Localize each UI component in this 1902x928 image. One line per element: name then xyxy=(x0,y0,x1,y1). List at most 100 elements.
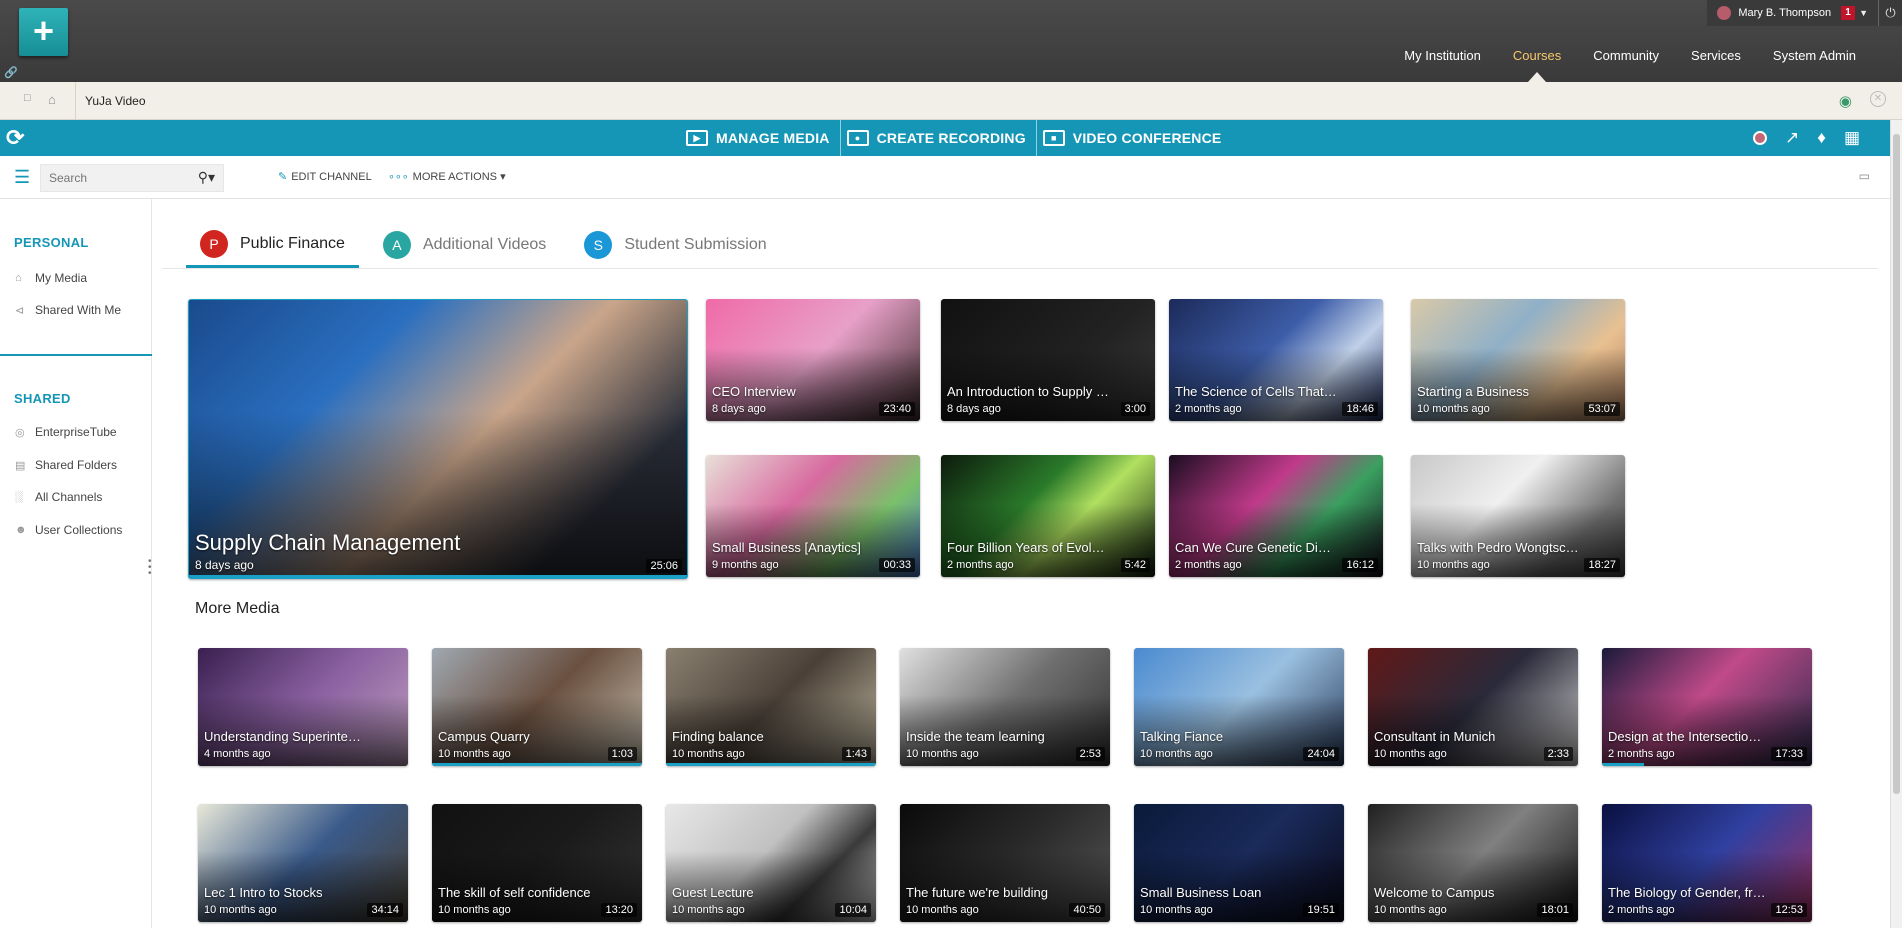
more-actions-label: MORE ACTIONS xyxy=(412,171,498,183)
window-icon[interactable]: □ xyxy=(24,92,31,104)
media-title: Small Business [Anaytics] xyxy=(712,540,861,555)
media-title: An Introduction to Supply & D... xyxy=(947,384,1109,399)
media-title: The Biology of Gender, from DN... xyxy=(1608,885,1766,900)
sidebar-item-enterprisetube[interactable]: ◎ EnterpriseTube xyxy=(15,425,117,439)
media-date: 2 months ago xyxy=(1175,403,1242,415)
channel-tabs: P Public Finance A Additional Videos S Stud… xyxy=(186,222,791,268)
media-tile[interactable]: The skill of self confidence 10 months ag… xyxy=(432,804,642,922)
tab-student-submission[interactable]: S Student Submission xyxy=(570,222,780,268)
search-icon[interactable]: ⚲▾ xyxy=(198,169,215,186)
media-tile[interactable]: Starting a Business 10 months ago 53:07 xyxy=(1411,299,1625,421)
media-tile[interactable]: Campus Quarry 10 months ago 1:03 xyxy=(432,648,642,766)
media-tile[interactable]: The Biology of Gender, from DN... 2 month… xyxy=(1602,804,1812,922)
chevron-down-icon[interactable]: ▼ xyxy=(1859,8,1868,18)
media-duration: 1:43 xyxy=(841,747,871,761)
media-duration: 1:03 xyxy=(607,747,637,761)
sidebar-item-my-media[interactable]: ⌂ My Media xyxy=(15,271,87,285)
scroll-thumb[interactable] xyxy=(1893,134,1900,794)
eye-icon[interactable]: ◉ xyxy=(1839,92,1852,110)
create-recording-button[interactable]: ● CREATE RECORDING xyxy=(841,120,1037,156)
page-scrollbar[interactable] xyxy=(1890,120,1902,928)
media-tile[interactable]: Four Billion Years of Evolution in ... 2 … xyxy=(941,455,1155,577)
sidebar-item-all-channels[interactable]: ░ All Channels xyxy=(15,490,102,504)
edit-channel-button[interactable]: ✎ EDIT CHANNEL xyxy=(278,170,372,183)
institution-nav: My Institution Courses Community Service… xyxy=(1388,48,1872,82)
search-input[interactable] xyxy=(41,165,191,191)
sidebar-item-shared-folders[interactable]: ▤ Shared Folders xyxy=(15,458,117,472)
tab-label: Student Submission xyxy=(624,236,767,253)
media-tile[interactable]: The future we're building 10 months ago 40… xyxy=(900,804,1110,922)
media-tile[interactable]: Guest Lecture 10 months ago 10:04 xyxy=(666,804,876,922)
apps-grid-icon[interactable]: ▦ xyxy=(1844,128,1860,148)
manage-media-button[interactable]: ▶ MANAGE MEDIA xyxy=(680,120,841,156)
media-duration: 2:53 xyxy=(1075,747,1105,761)
media-tile[interactable]: CEO Interview 8 days ago 23:40 xyxy=(706,299,920,421)
nav-services[interactable]: Services xyxy=(1675,48,1757,63)
media-tile[interactable]: Can We Cure Genetic Diseases? 2 months ag… xyxy=(1169,455,1383,577)
media-title: Consultant in Munich xyxy=(1374,729,1496,744)
media-duration: 12:53 xyxy=(1771,903,1807,917)
media-date: 10 months ago xyxy=(672,904,745,916)
nav-community[interactable]: Community xyxy=(1577,48,1675,63)
app-bar-right: ↗ ♦ ▦ xyxy=(1753,120,1860,156)
yuja-logo-icon[interactable]: ⟳ xyxy=(6,126,34,150)
notification-badge[interactable]: 1 xyxy=(1841,6,1856,20)
close-icon[interactable]: ✕ xyxy=(1870,91,1886,107)
media-duration: 16:12 xyxy=(1342,558,1378,572)
create-recording-label: CREATE RECORDING xyxy=(876,130,1026,146)
media-tile[interactable]: The Science of Cells That Never ... 2 mon… xyxy=(1169,299,1383,421)
sidebar-item-user-collections[interactable]: ☻ User Collections xyxy=(15,523,122,537)
sidebar-resize-handle[interactable]: • • • xyxy=(148,557,152,579)
add-logo-button[interactable]: + xyxy=(19,8,68,56)
breadcrumb-title[interactable]: YuJa Video xyxy=(85,94,146,108)
user-menu[interactable]: Mary B. Thompson 1 ▼ ⏻ xyxy=(1707,0,1902,26)
nav-system-admin[interactable]: System Admin xyxy=(1757,48,1872,63)
external-link-icon[interactable]: ↗ xyxy=(1785,128,1799,148)
media-duration: 17:33 xyxy=(1771,747,1807,761)
media-tile[interactable]: Small Business Loan 10 months ago 19:51 xyxy=(1134,804,1344,922)
media-duration: 34:14 xyxy=(367,903,403,917)
globe-icon: ◎ xyxy=(15,426,25,439)
tab-additional-videos[interactable]: A Additional Videos xyxy=(369,222,560,268)
tab-label: Additional Videos xyxy=(422,236,547,253)
pencil-icon: ✎ xyxy=(278,171,288,183)
media-tile[interactable]: Small Business [Anaytics] 9 months ago 00:… xyxy=(706,455,920,577)
nav-my-institution[interactable]: My Institution xyxy=(1388,48,1497,63)
media-title: The future we're building xyxy=(906,885,1048,900)
watch-progress xyxy=(432,763,642,766)
media-date: 10 months ago xyxy=(438,748,511,760)
media-title: Inside the team learning xyxy=(906,729,1045,744)
media-tile[interactable]: Inside the team learning 10 months ago 2:5… xyxy=(900,648,1110,766)
more-media-heading: More Media xyxy=(195,600,280,617)
media-tile[interactable]: Consultant in Munich 10 months ago 2:33 xyxy=(1368,648,1578,766)
media-tile[interactable]: Finding balance 10 months ago 1:43 xyxy=(666,648,876,766)
hamburger-menu-icon[interactable]: ☰ xyxy=(14,168,30,186)
link-icon[interactable]: 🔗 xyxy=(4,66,18,79)
bell-icon[interactable]: ♦ xyxy=(1817,128,1826,148)
video-conference-button[interactable]: ■ VIDEO CONFERENCE xyxy=(1037,120,1232,156)
profile-avatar[interactable] xyxy=(1753,131,1767,145)
media-tile[interactable]: Lec 1 Intro to Stocks 10 months ago 34:14 xyxy=(198,804,408,922)
search-box: ⚲▾ xyxy=(40,164,224,192)
media-tile[interactable]: An Introduction to Supply & D... 8 days a… xyxy=(941,299,1155,421)
sidebar-heading-shared: SHARED xyxy=(14,391,71,406)
power-icon[interactable]: ⏻ xyxy=(1878,0,1902,26)
media-title: Finding balance xyxy=(672,729,764,744)
manage-media-label: MANAGE MEDIA xyxy=(716,130,830,146)
nav-courses[interactable]: Courses xyxy=(1497,48,1577,82)
user-name: Mary B. Thompson xyxy=(1738,7,1832,19)
home-icon[interactable]: ⌂ xyxy=(48,92,56,107)
media-tile[interactable]: Talking Fiance 10 months ago 24:04 xyxy=(1134,648,1344,766)
media-title: The skill of self confidence xyxy=(438,885,591,900)
featured-media-tile[interactable]: Supply Chain Management 8 days ago 25:06 xyxy=(188,299,688,579)
sidebar-item-shared-with-me[interactable]: ⊲ Shared With Me xyxy=(15,303,121,317)
media-tile[interactable]: Understanding Superintellige... 4 months … xyxy=(198,648,408,766)
sidebar: PERSONAL ⌂ My Media ⊲ Shared With Me SHARE… xyxy=(0,199,152,928)
tab-public-finance[interactable]: P Public Finance xyxy=(186,222,359,268)
media-tile[interactable]: Talks with Pedro Wongtschow... 10 months … xyxy=(1411,455,1625,577)
media-tile[interactable]: Design at the Intersection of Tec... 2 mo… xyxy=(1602,648,1812,766)
media-date: 8 days ago xyxy=(947,403,1001,415)
more-actions-button[interactable]: ∘∘∘ MORE ACTIONS ▾ xyxy=(388,170,506,183)
media-tile[interactable]: Welcome to Campus 10 months ago 18:01 xyxy=(1368,804,1578,922)
monitor-icon[interactable]: ▭ xyxy=(1859,169,1870,183)
